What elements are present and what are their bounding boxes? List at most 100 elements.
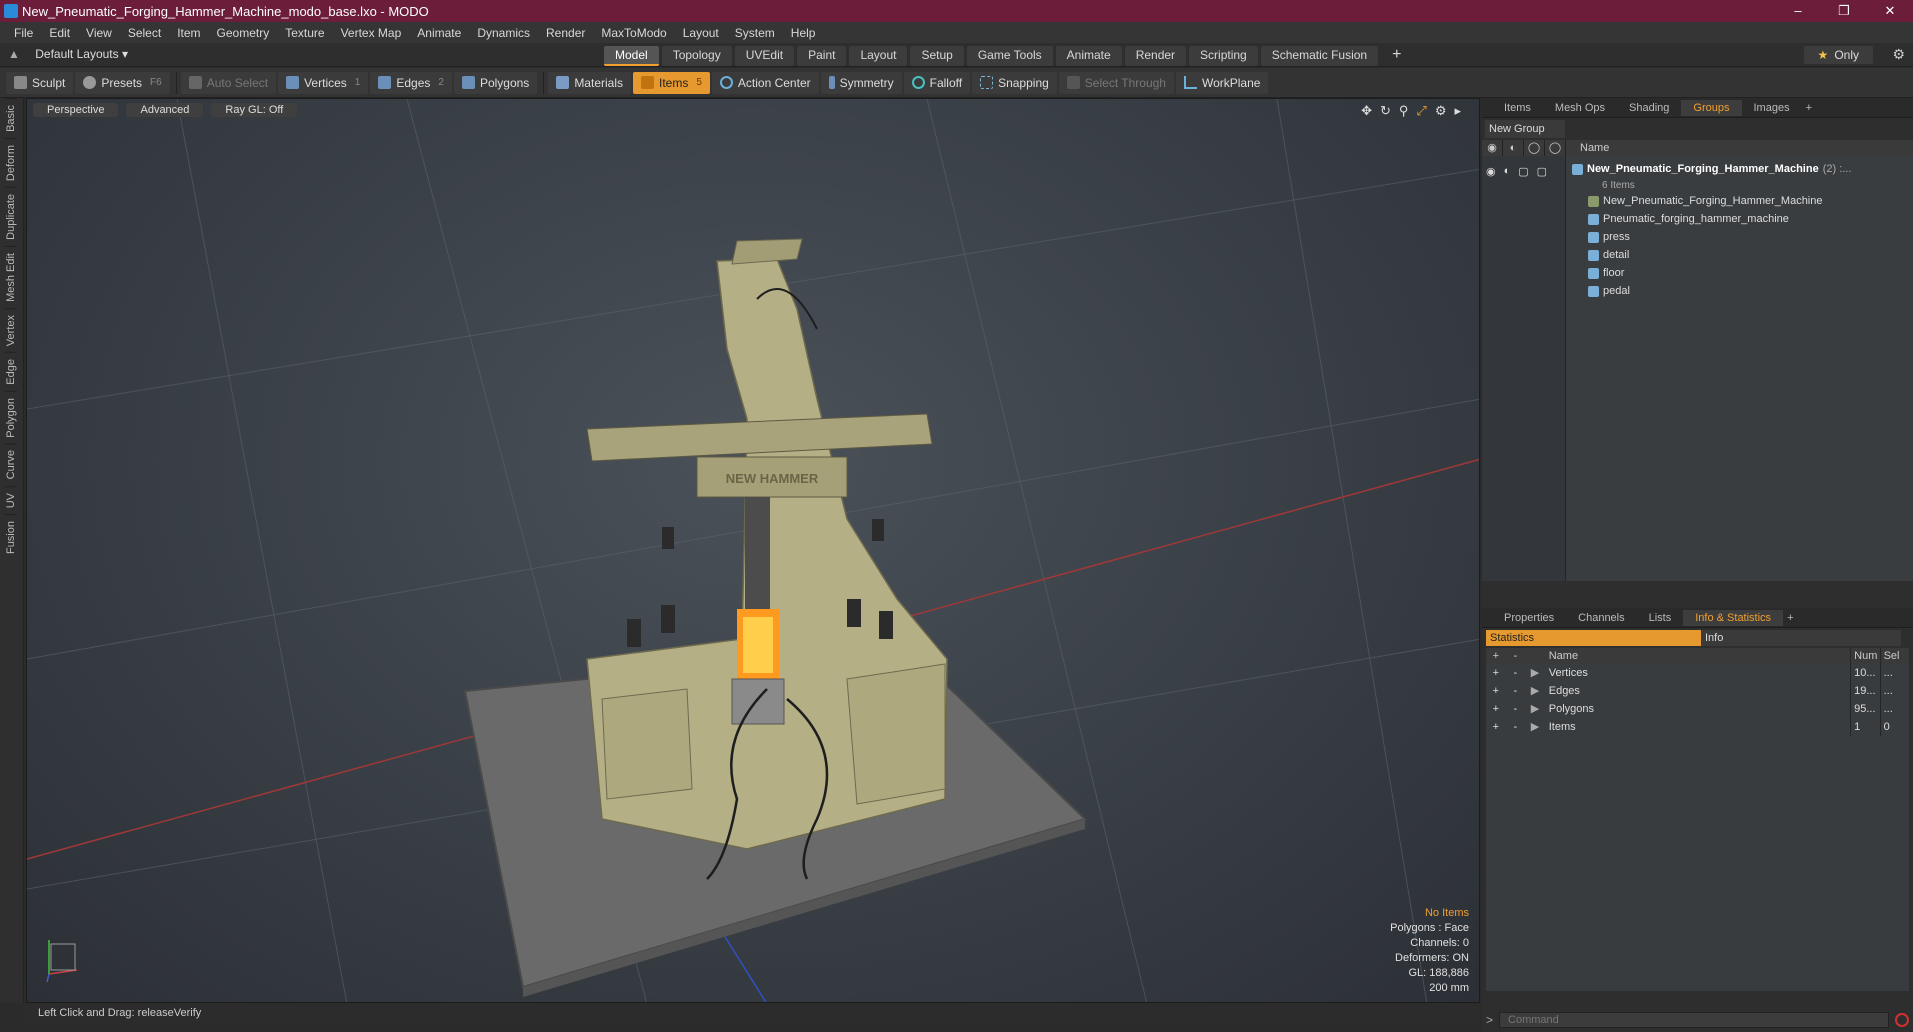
tab-groups[interactable]: Groups xyxy=(1681,99,1742,116)
minimize-button[interactable]: – xyxy=(1775,0,1821,22)
tab-scripting[interactable]: Scripting xyxy=(1189,46,1258,66)
name-column-header[interactable]: Name xyxy=(1566,140,1609,156)
tab-topology[interactable]: Topology xyxy=(661,46,732,66)
items-button[interactable]: Items 5 xyxy=(633,71,710,94)
tab-channels[interactable]: Channels xyxy=(1566,610,1636,626)
only-button[interactable]: ★ Only xyxy=(1803,46,1873,64)
collapse-all-icon[interactable]: - xyxy=(1506,648,1526,664)
snapping-button[interactable]: Snapping xyxy=(972,71,1057,94)
visibility-column-icon[interactable]: ◉ xyxy=(1482,140,1503,156)
close-button[interactable]: ✕ xyxy=(1867,0,1913,22)
stats-row-vertices[interactable]: + - ▶ Vertices 10... ... xyxy=(1486,664,1909,682)
tab-paint[interactable]: Paint xyxy=(797,46,847,66)
tab-images[interactable]: Images xyxy=(1742,100,1802,116)
expand-icon[interactable]: ▲ xyxy=(8,47,20,61)
left-tab-deform[interactable]: Deform xyxy=(5,137,17,187)
shading-mode-dropdown[interactable]: Advanced xyxy=(126,103,204,117)
left-tab-curve[interactable]: Curve xyxy=(5,443,17,486)
add-tab-button[interactable]: + xyxy=(1381,46,1412,66)
expand-triangle-icon[interactable]: ▶ xyxy=(1525,664,1545,682)
tab-shading[interactable]: Shading xyxy=(1617,100,1681,116)
eye-icon[interactable]: ◉ xyxy=(1486,165,1496,178)
lock-column-icon[interactable]: ◯ xyxy=(1524,140,1545,156)
tab-model[interactable]: Model xyxy=(604,46,659,66)
stats-row-polygons[interactable]: + - ▶ Polygons 95... ... xyxy=(1486,700,1909,718)
left-tab-basic[interactable]: Basic xyxy=(5,98,17,138)
statistics-tab[interactable]: Statistics xyxy=(1486,630,1701,646)
group-root-row[interactable]: New_Pneumatic_Forging_Hammer_Machine (2)… xyxy=(1572,160,1907,178)
tab-game-tools[interactable]: Game Tools xyxy=(966,46,1053,66)
group-child-row[interactable]: New_Pneumatic_Forging_Hammer_Machine xyxy=(1572,192,1907,210)
menu-render[interactable]: Render xyxy=(538,26,593,40)
tab-layout[interactable]: Layout xyxy=(849,46,908,66)
zoom-icon[interactable]: ⚲ xyxy=(1399,103,1409,119)
select-column-icon[interactable]: ◯ xyxy=(1545,140,1566,156)
lock-checkbox[interactable]: ▢ xyxy=(1518,165,1528,178)
plus-icon[interactable]: + xyxy=(1486,664,1506,682)
minus-icon[interactable]: - xyxy=(1506,718,1526,736)
menu-vertex-map[interactable]: Vertex Map xyxy=(333,26,410,40)
menu-item[interactable]: Item xyxy=(169,26,208,40)
more-arrow-icon[interactable]: ▸ xyxy=(1454,103,1461,119)
workplane-button[interactable]: WorkPlane xyxy=(1175,71,1269,94)
record-macro-icon[interactable] xyxy=(1895,1013,1909,1027)
tab-render[interactable]: Render xyxy=(1124,46,1187,66)
render-column-icon[interactable]: ◐ xyxy=(1503,140,1524,156)
select-checkbox[interactable]: ▢ xyxy=(1537,165,1547,178)
action-center-button[interactable]: Action Center xyxy=(711,71,819,94)
command-input[interactable] xyxy=(1499,1012,1889,1028)
tab-properties[interactable]: Properties xyxy=(1492,610,1566,626)
group-child-row[interactable]: Pneumatic_forging_hammer_machine xyxy=(1572,210,1907,228)
expand-triangle-icon[interactable]: ▶ xyxy=(1525,718,1545,736)
presets-button[interactable]: Presets F6 xyxy=(75,71,170,94)
tab-uvedit[interactable]: UVEdit xyxy=(734,46,795,66)
select-through-button[interactable]: Select Through xyxy=(1058,71,1174,94)
stats-row-items[interactable]: + - ▶ Items 1 0 xyxy=(1486,718,1909,736)
group-child-row[interactable]: press xyxy=(1572,228,1907,246)
rotate-icon[interactable]: ↻ xyxy=(1380,103,1391,119)
minus-icon[interactable]: - xyxy=(1506,700,1526,718)
vertices-button[interactable]: Vertices 1 xyxy=(278,71,369,94)
view-mode-dropdown[interactable]: Perspective xyxy=(33,103,119,117)
menu-view[interactable]: View xyxy=(78,26,120,40)
menu-maxtomodo[interactable]: MaxToModo xyxy=(593,26,674,40)
add-panel-tab-button[interactable]: + xyxy=(1802,102,1816,114)
pan-icon[interactable]: ✥ xyxy=(1361,103,1372,119)
render-toggle-icon[interactable]: ◐ xyxy=(1504,165,1511,177)
left-tab-vertex[interactable]: Vertex xyxy=(5,307,17,352)
left-tab-fusion[interactable]: Fusion xyxy=(5,514,17,561)
maximize-button[interactable]: ❐ xyxy=(1821,0,1867,22)
add-panel-tab-button[interactable]: + xyxy=(1783,612,1797,624)
group-child-row[interactable]: pedal xyxy=(1572,282,1907,300)
sculpt-button[interactable]: Sculpt xyxy=(6,71,74,94)
polygons-button[interactable]: Polygons xyxy=(453,71,538,94)
layout-selector[interactable]: ▲ Default Layouts ▾ xyxy=(8,47,128,61)
plus-icon[interactable]: + xyxy=(1486,718,1506,736)
stats-row-edges[interactable]: + - ▶ Edges 19... ... xyxy=(1486,682,1909,700)
expand-triangle-icon[interactable]: ▶ xyxy=(1525,700,1545,718)
tab-mesh-ops[interactable]: Mesh Ops xyxy=(1543,100,1617,116)
menu-system[interactable]: System xyxy=(727,26,783,40)
minus-icon[interactable]: - xyxy=(1506,664,1526,682)
new-group-button[interactable]: New Group xyxy=(1485,120,1565,138)
group-child-row[interactable]: floor xyxy=(1572,264,1907,282)
info-tab[interactable]: Info xyxy=(1701,630,1901,646)
menu-animate[interactable]: Animate xyxy=(409,26,469,40)
symmetry-button[interactable]: Symmetry xyxy=(820,71,902,94)
group-child-row[interactable]: detail xyxy=(1572,246,1907,264)
layout-selector-label[interactable]: Default Layouts ▾ xyxy=(35,47,128,61)
plus-icon[interactable]: + xyxy=(1486,682,1506,700)
menu-dynamics[interactable]: Dynamics xyxy=(469,26,538,40)
tab-info-statistics[interactable]: Info & Statistics xyxy=(1683,609,1784,626)
expand-triangle-icon[interactable]: ▶ xyxy=(1525,682,1545,700)
raygl-toggle[interactable]: Ray GL: Off xyxy=(211,103,298,117)
materials-button[interactable]: Materials xyxy=(548,71,631,94)
tab-setup[interactable]: Setup xyxy=(910,46,964,66)
left-tab-duplicate[interactable]: Duplicate xyxy=(5,186,17,246)
menu-help[interactable]: Help xyxy=(783,26,824,40)
falloff-button[interactable]: Falloff xyxy=(903,71,971,94)
tab-animate[interactable]: Animate xyxy=(1055,46,1122,66)
menu-edit[interactable]: Edit xyxy=(41,26,78,40)
left-tab-edge[interactable]: Edge xyxy=(5,351,17,391)
3d-viewport[interactable]: Perspective Advanced Ray GL: Off ✥ ↻ ⚲ ⤢… xyxy=(26,98,1480,1003)
